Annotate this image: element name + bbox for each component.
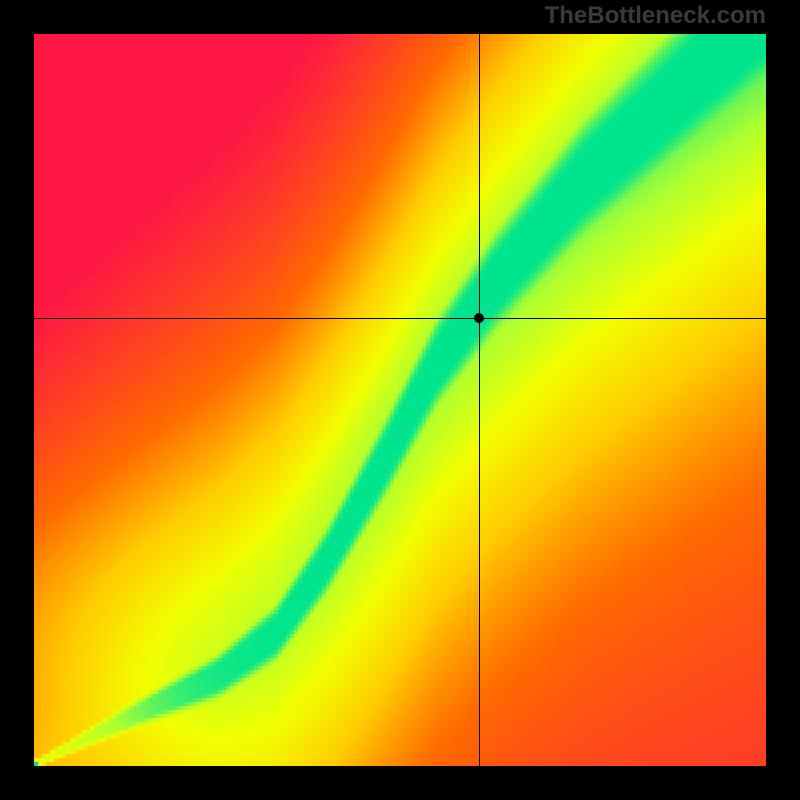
heatmap-canvas	[34, 34, 766, 766]
data-point-marker	[474, 313, 484, 323]
heatmap-plot	[34, 34, 766, 766]
crosshair-vertical	[479, 34, 480, 766]
outer-frame: TheBottleneck.com	[0, 0, 800, 800]
crosshair-horizontal	[34, 318, 766, 319]
watermark-text: TheBottleneck.com	[545, 2, 766, 30]
